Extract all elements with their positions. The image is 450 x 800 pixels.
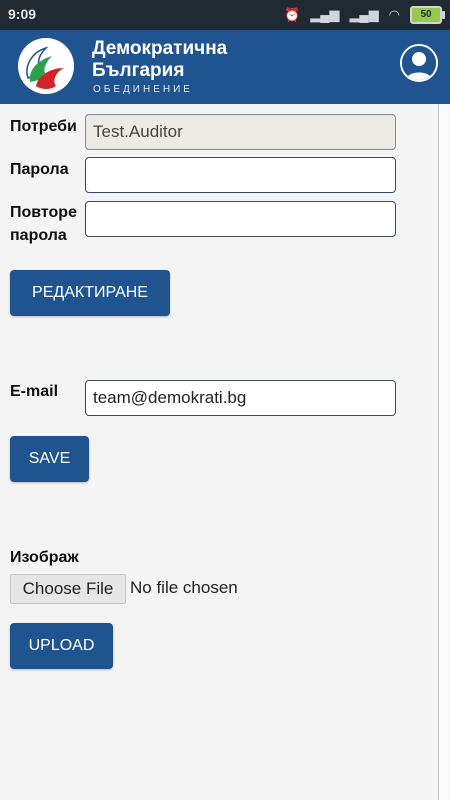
- file-status-text: No file chosen: [130, 578, 238, 597]
- password-field[interactable]: [85, 157, 396, 193]
- alarm-icon: ⏰: [284, 7, 301, 22]
- email-field[interactable]: team@demokrati.bg: [85, 380, 396, 416]
- signal-icon: ▂▄▆: [310, 7, 340, 22]
- wifi-icon: ◠: [388, 7, 400, 22]
- repeat-password-field[interactable]: [85, 201, 396, 237]
- signal-icon: ▂▄▆: [349, 7, 379, 22]
- edit-button[interactable]: РЕДАКТИРАНЕ: [10, 270, 170, 316]
- battery-icon: 50: [410, 6, 445, 24]
- brand-subtitle: ОБЕДИНЕНИЕ: [93, 84, 193, 95]
- upload-button[interactable]: UPLOAD: [10, 623, 113, 669]
- scrollbar[interactable]: [438, 104, 449, 800]
- save-button[interactable]: SAVE: [10, 436, 89, 482]
- choose-file-button[interactable]: Choose File: [10, 574, 126, 604]
- status-time: 9:09: [8, 6, 37, 22]
- app-header: Демократична България ОБЕДИНЕНИЕ: [0, 30, 450, 104]
- image-label: Изображ: [10, 549, 79, 566]
- brand-name-line2: България: [92, 60, 185, 81]
- logo-icon[interactable]: [18, 38, 74, 94]
- avatar-icon[interactable]: [400, 44, 438, 82]
- email-label: E-mail: [10, 383, 59, 400]
- repeat-password-label-line1: Повторе: [10, 204, 77, 221]
- password-label: Парола: [10, 161, 69, 178]
- status-icons: ⏰ ▂▄▆ ▂▄▆ ◠ 50: [284, 6, 445, 24]
- status-bar: 9:09 ⏰ ▂▄▆ ▂▄▆ ◠ 50: [0, 0, 450, 30]
- brand-name-line1: Демократична: [92, 38, 228, 59]
- username-field[interactable]: Test.Auditor: [85, 114, 396, 150]
- username-label: Потреби: [10, 118, 77, 135]
- repeat-password-label-line2: парола: [10, 227, 67, 244]
